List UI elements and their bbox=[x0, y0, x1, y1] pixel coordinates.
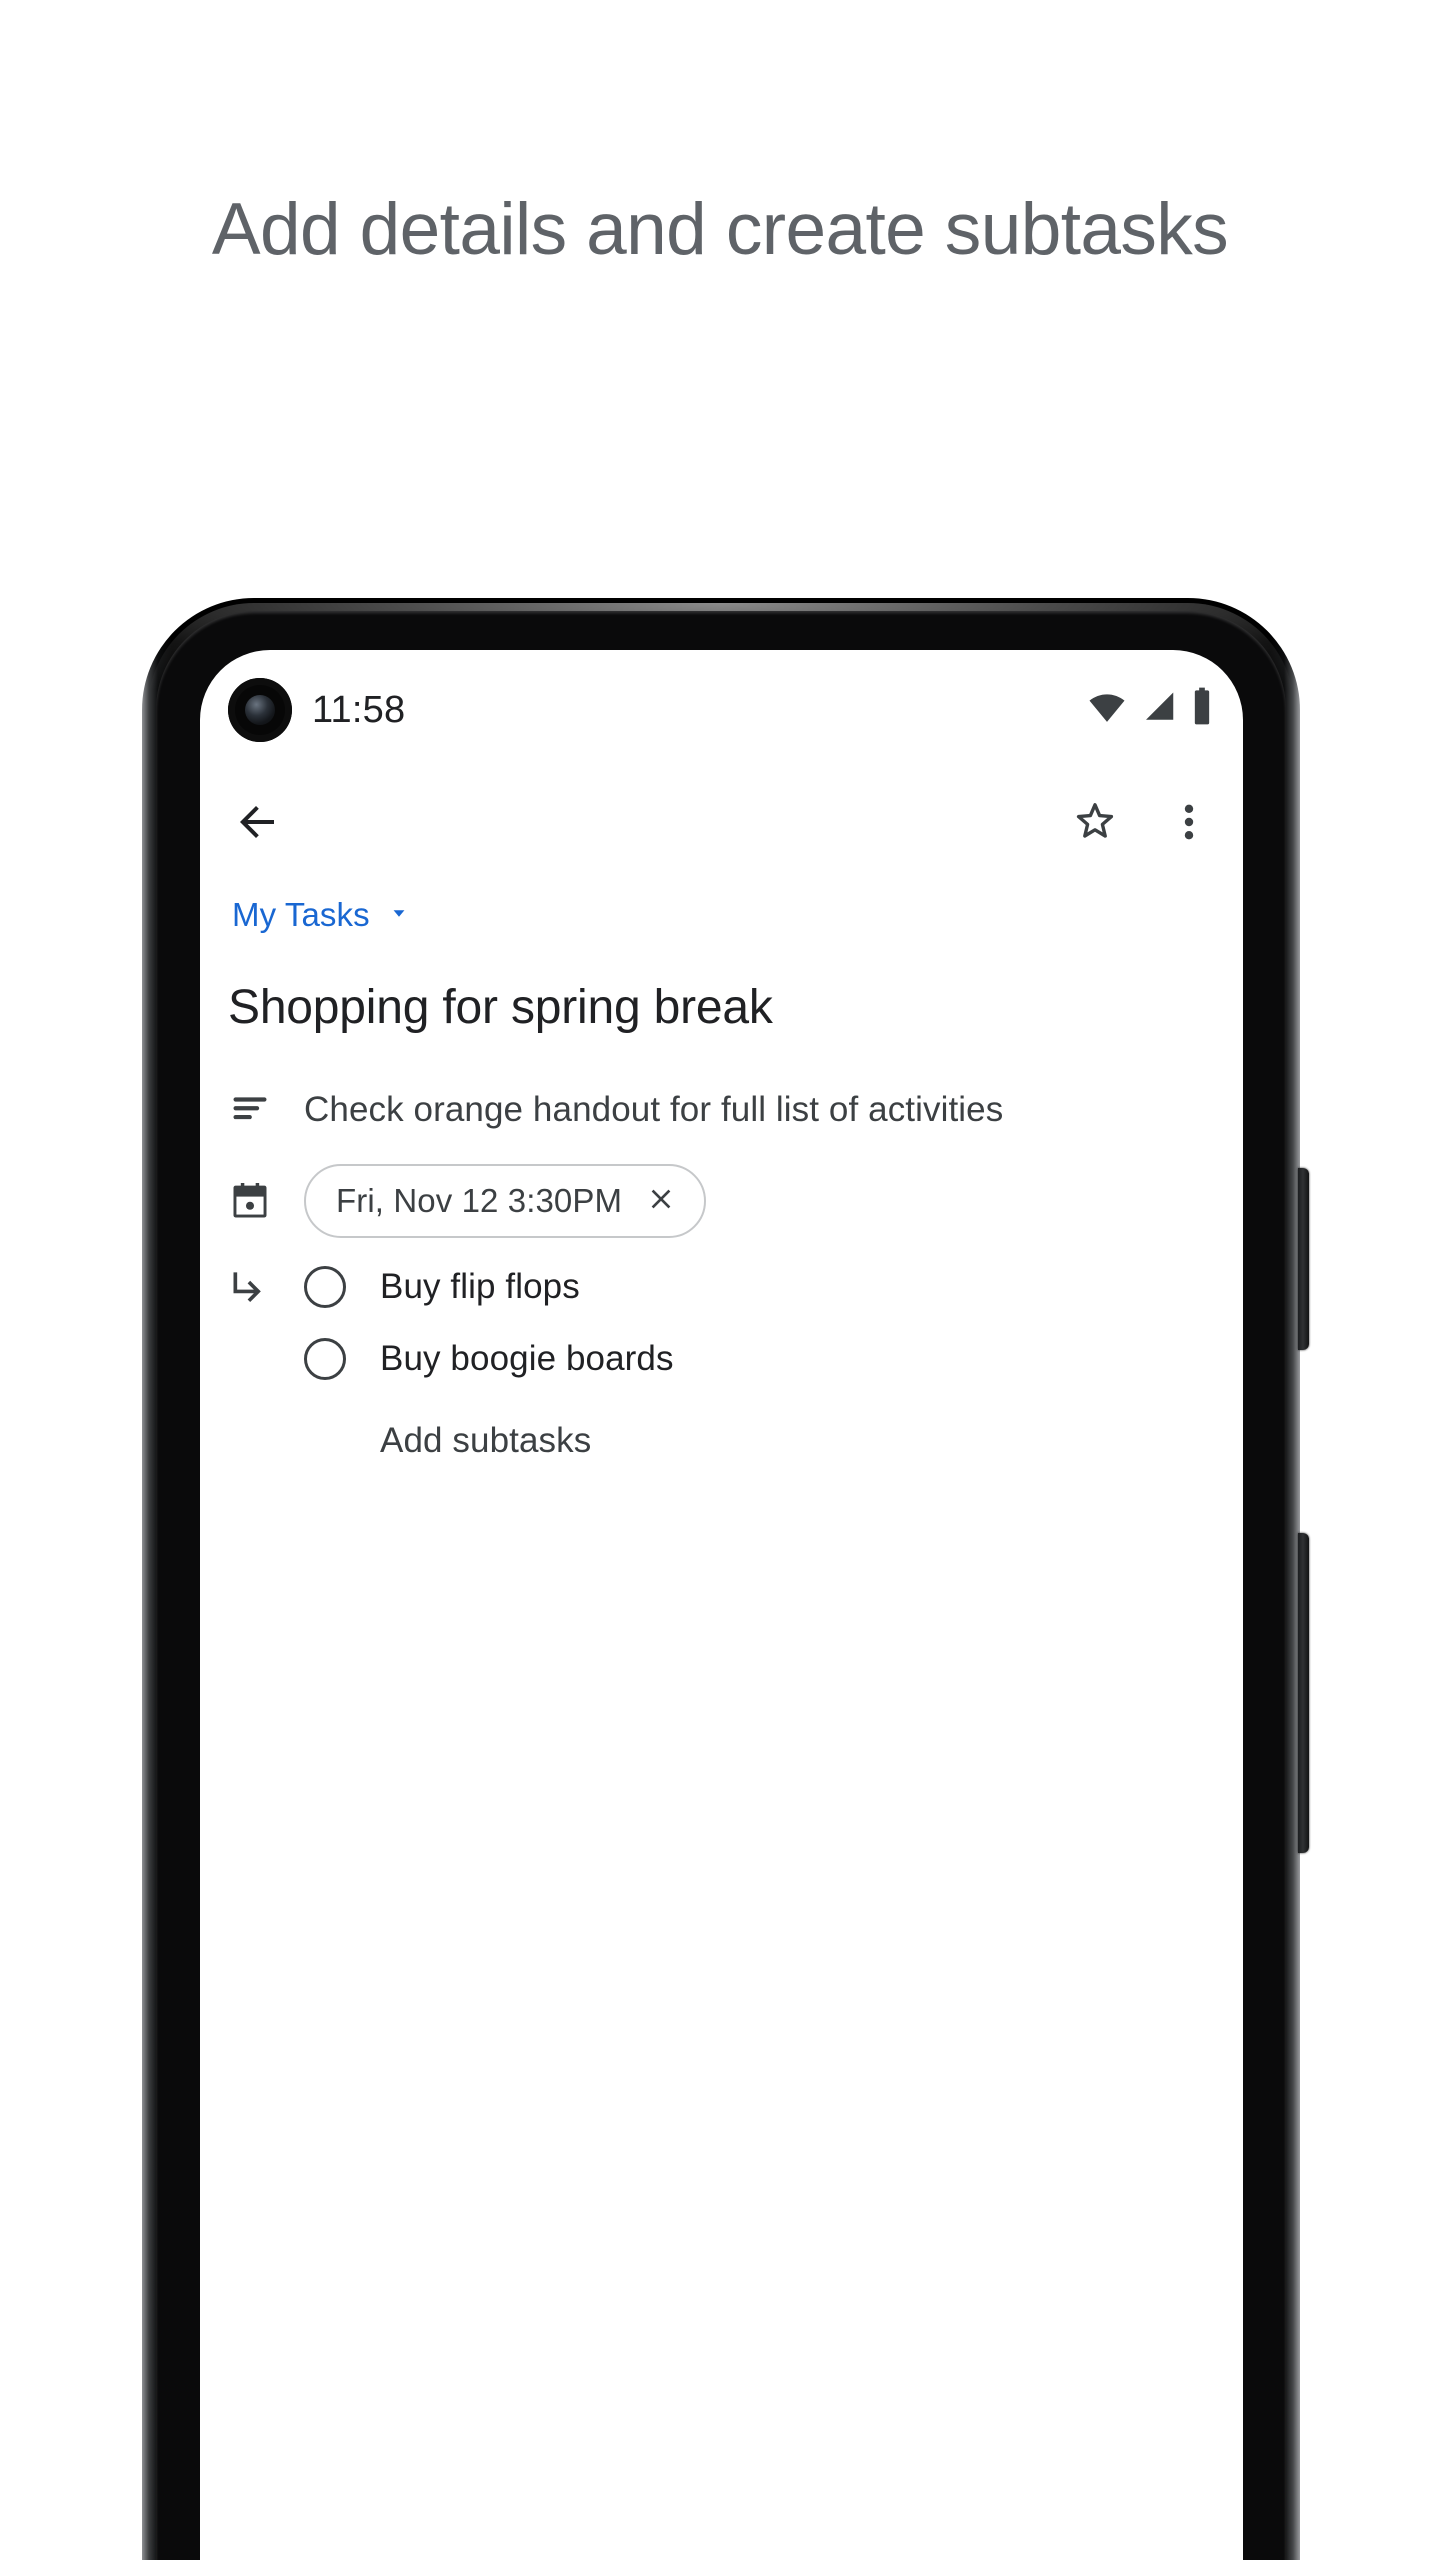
add-subtask-row[interactable]: Add subtasks bbox=[228, 1418, 1243, 1464]
notes-icon bbox=[228, 1080, 304, 1130]
star-task-button[interactable] bbox=[1059, 788, 1131, 860]
task-date-row: Fri, Nov 12 3:30PM bbox=[228, 1164, 1243, 1238]
phone-screen: 11:58 My Tasks Shopping for spring break… bbox=[200, 650, 1243, 2560]
subtask-label[interactable]: Buy boogie boards bbox=[380, 1336, 1207, 1382]
volume-rocker-button[interactable] bbox=[1298, 1533, 1309, 1853]
clear-due-date-button[interactable] bbox=[644, 1184, 678, 1218]
app-bar bbox=[200, 760, 1243, 888]
back-button[interactable] bbox=[222, 788, 294, 860]
star-outline-icon bbox=[1071, 798, 1119, 851]
phone-device-mockup: 11:58 My Tasks Shopping for spring break… bbox=[142, 598, 1309, 2560]
more-vert-icon bbox=[1165, 798, 1213, 851]
add-subtask-input[interactable]: Add subtasks bbox=[380, 1418, 591, 1464]
battery-icon bbox=[1191, 686, 1213, 731]
promo-page: Add details and create subtasks 11:58 My… bbox=[0, 0, 1440, 2560]
subdirectory-arrow-right-icon bbox=[228, 1265, 304, 1309]
cell-signal-icon bbox=[1140, 687, 1178, 730]
task-detail-content: My Tasks Shopping for spring break Check… bbox=[200, 888, 1243, 1464]
page-title: Add details and create subtasks bbox=[211, 189, 1229, 270]
subtask-label[interactable]: Buy flip flops bbox=[380, 1264, 1207, 1310]
task-list-selector[interactable]: My Tasks bbox=[228, 888, 416, 942]
subtask-checkbox[interactable] bbox=[304, 1338, 366, 1380]
subtask-row[interactable]: Buy boogie boards bbox=[228, 1336, 1243, 1382]
close-icon bbox=[645, 1183, 677, 1220]
subtask-checkbox[interactable] bbox=[304, 1266, 366, 1308]
wifi-icon bbox=[1087, 686, 1127, 731]
due-date-chip-label: Fri, Nov 12 3:30PM bbox=[336, 1182, 623, 1219]
calendar-icon bbox=[228, 1179, 304, 1223]
back-arrow-icon bbox=[234, 798, 282, 851]
task-list-selector-label: My Tasks bbox=[232, 896, 370, 933]
status-bar-clock: 11:58 bbox=[312, 689, 406, 731]
circle-unchecked-icon bbox=[304, 1338, 346, 1380]
status-bar: 11:58 bbox=[200, 650, 1243, 760]
chevron-down-icon bbox=[386, 900, 412, 931]
circle-unchecked-icon bbox=[304, 1266, 346, 1308]
task-details-text: Check orange handout for full list of ac… bbox=[304, 1090, 1004, 1129]
due-date-chip[interactable]: Fri, Nov 12 3:30PM bbox=[304, 1164, 707, 1238]
task-details-row[interactable]: Check orange handout for full list of ac… bbox=[228, 1080, 1243, 1140]
status-bar-icons bbox=[1087, 684, 1213, 732]
power-button[interactable] bbox=[1298, 1168, 1309, 1350]
front-camera-punch-hole-icon bbox=[228, 678, 292, 742]
subtask-row[interactable]: Buy flip flops bbox=[228, 1264, 1243, 1310]
more-options-button[interactable] bbox=[1153, 788, 1225, 860]
task-title-field[interactable]: Shopping for spring break bbox=[228, 978, 1243, 1038]
